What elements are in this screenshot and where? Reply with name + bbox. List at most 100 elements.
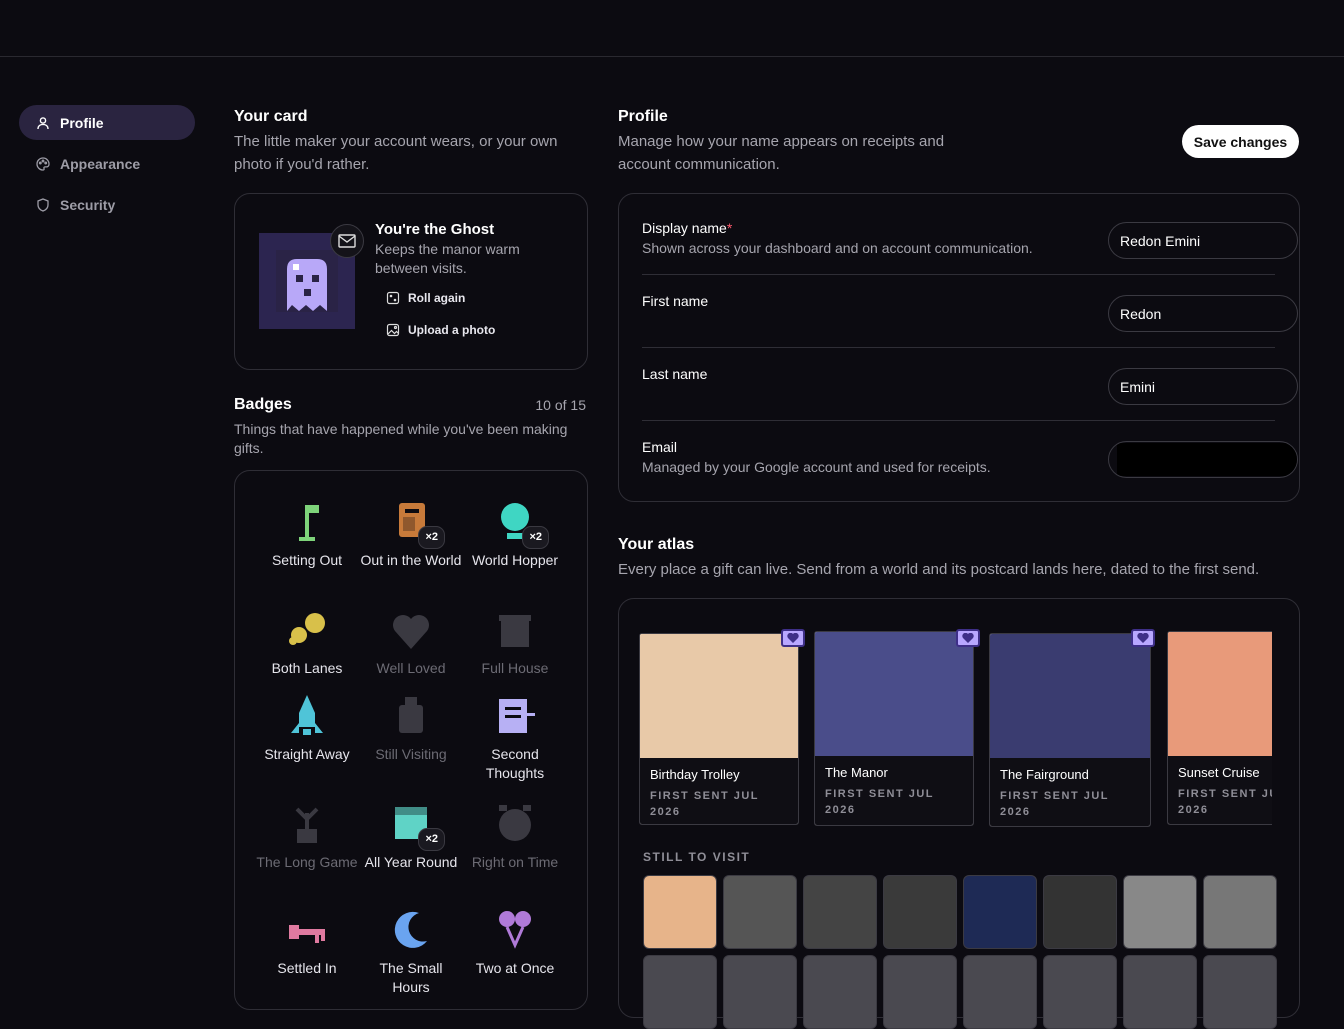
role-name: You're the Ghost [375, 221, 495, 238]
lantern-icon [389, 693, 433, 737]
destination-thumbnail[interactable] [963, 955, 1037, 1029]
rocket-icon [285, 693, 329, 737]
postcard-birthday-trolley[interactable]: Birthday Trolley FIRST SENT JUL 2026 [639, 633, 799, 825]
display-name-input[interactable]: Redon Emini [1108, 222, 1298, 259]
badges-subtitle: Things that have happened while you've b… [234, 421, 568, 456]
postcard-caption: The Manor FIRST SENT JUL 2026 [815, 756, 973, 825]
badge-both-lanes[interactable]: Both Lanes [255, 607, 359, 678]
atlas-header: Your atlas Every place a gift can live. … [618, 536, 1318, 581]
profile-title: Profile [618, 108, 668, 125]
destination-thumbnail[interactable] [883, 955, 957, 1029]
required-marker: * [726, 220, 733, 236]
moon-icon [389, 907, 433, 951]
postcard-name: Birthday Trolley [650, 767, 740, 782]
card-title: Your card [234, 108, 308, 125]
role-desc: Keeps the manor warm between visits. [375, 241, 520, 276]
mail-badge[interactable] [330, 224, 364, 258]
globe-icon: ×2 [493, 499, 549, 549]
destination-thumbnail[interactable] [723, 875, 797, 949]
destination-thumbnail[interactable] [963, 875, 1037, 949]
destination-thumbnail[interactable] [1123, 875, 1197, 949]
badge-label: Straight Away [264, 746, 350, 762]
destination-thumbnail[interactable] [1203, 955, 1277, 1029]
badge-full-house[interactable]: Full House [463, 607, 567, 678]
badges-panel: Setting Out ×2 Out in the World ×2 World Hop… [234, 470, 588, 1010]
badge-label: All Year Round [364, 854, 458, 870]
badge-multiplier: ×2 [522, 526, 549, 549]
badge-well-loved[interactable]: Well Loved [359, 607, 463, 678]
destination-thumbnail[interactable] [1203, 875, 1277, 949]
badge-label: Second Thoughts [485, 746, 545, 781]
postcard-caption: Birthday Trolley FIRST SENT JUL 2026 [640, 758, 798, 824]
badge-setting-out[interactable]: Setting Out [255, 499, 359, 570]
destination-thumbnail[interactable] [883, 875, 957, 949]
badge-second-thoughts[interactable]: Second Thoughts [463, 693, 567, 783]
badge-two-at-once[interactable]: Two at Once [463, 907, 567, 978]
postcard-the-manor[interactable]: The Manor FIRST SENT JUL 2026 [814, 631, 974, 826]
badge-out-in-the-world[interactable]: ×2 Out in the World [359, 499, 463, 570]
palette-icon [36, 156, 50, 171]
badge-right-on-time[interactable]: Right on Time [463, 801, 567, 872]
atlas-panel: Birthday Trolley FIRST SENT JUL 2026 The M… [618, 598, 1300, 1018]
destination-thumbnail[interactable] [643, 875, 717, 949]
calendar-icon: ×2 [389, 801, 445, 851]
top-bar [0, 0, 1344, 57]
favorite-heart-icon[interactable] [781, 629, 805, 647]
sidebar-item-label: Profile [60, 114, 104, 131]
destination-thumbnail[interactable] [1043, 875, 1117, 949]
postcard-caption: The Fairground FIRST SENT JUL 2026 [990, 758, 1150, 826]
postcard-date: FIRST SENT JUL 2026 [825, 788, 934, 816]
postcard-date: FIRST SENT JUL 2026 [650, 790, 759, 818]
postcard-name: The Manor [825, 765, 888, 780]
destination-thumbnail[interactable] [1123, 955, 1197, 1029]
postcard-sunset-cruise[interactable]: Sunset Cruise FIRST SENT JU 2026 [1167, 631, 1272, 825]
field-last-name: Last name Emini [642, 366, 1298, 421]
last-name-input[interactable]: Emini [1108, 368, 1298, 405]
favorite-heart-icon[interactable] [1131, 629, 1155, 647]
save-changes-button[interactable]: Save changes [1182, 125, 1299, 158]
sidebar-item-label: Security [60, 196, 116, 213]
destination-thumbnail[interactable] [803, 875, 877, 949]
postcard-image [1168, 632, 1272, 756]
email-input[interactable] [1108, 441, 1298, 478]
badge-all-year-round[interactable]: ×2 All Year Round [359, 801, 463, 872]
badge-settled-in[interactable]: Settled In [255, 907, 359, 978]
sidebar-item-appearance[interactable]: Appearance [19, 146, 195, 181]
first-name-input[interactable]: Redon [1108, 295, 1298, 332]
shield-icon [37, 197, 49, 212]
sidebar-item-profile[interactable]: Profile [19, 105, 195, 140]
badge-multiplier: ×2 [418, 526, 445, 549]
destination-thumbnail[interactable] [643, 955, 717, 1029]
sidebar-item-label: Appearance [60, 155, 141, 172]
avatar-card: You're the Ghost Keeps the manor warm be… [234, 193, 588, 370]
heart-icon [962, 633, 974, 643]
dice-icon [386, 291, 400, 305]
badge-the-long-game[interactable]: The Long Game [255, 801, 359, 872]
badge-world-hopper[interactable]: ×2 World Hopper [463, 499, 567, 570]
favorite-heart-icon[interactable] [956, 629, 980, 647]
badges-count: 10 of 15 [535, 397, 586, 413]
postcard-image [815, 632, 973, 756]
badge-still-visiting[interactable]: Still Visiting [359, 693, 463, 764]
field-first-name: First name Redon [642, 293, 1298, 348]
postcard-the-fairground[interactable]: The Fairground FIRST SENT JUL 2026 [989, 633, 1151, 827]
upload-photo-button[interactable]: Upload a photo [386, 323, 495, 337]
heart-icon [389, 607, 433, 651]
mailbox-icon: ×2 [389, 499, 445, 549]
badge-label: Two at Once [475, 960, 555, 976]
roll-again-button[interactable]: Roll again [386, 291, 465, 305]
destination-thumbnail[interactable] [723, 955, 797, 1029]
postcard-date: FIRST SENT JU 2026 [1178, 788, 1272, 816]
destination-thumbnail[interactable] [1043, 955, 1117, 1029]
badge-label: Full House [481, 660, 549, 676]
destination-thumbnail[interactable] [803, 955, 877, 1029]
sidebar-item-security[interactable]: Security [19, 187, 195, 222]
badge-multiplier: ×2 [418, 828, 445, 851]
badge-the-small-hours[interactable]: The Small Hours [359, 907, 463, 997]
badge-straight-away[interactable]: Straight Away [255, 693, 359, 764]
user-icon [37, 116, 49, 129]
badge-label: Well Loved [376, 660, 446, 676]
flag-icon [285, 499, 329, 543]
field-email: Email Managed by your Google account and… [642, 439, 1298, 479]
postcard-strip[interactable]: Birthday Trolley FIRST SENT JUL 2026 The M… [639, 629, 1272, 839]
